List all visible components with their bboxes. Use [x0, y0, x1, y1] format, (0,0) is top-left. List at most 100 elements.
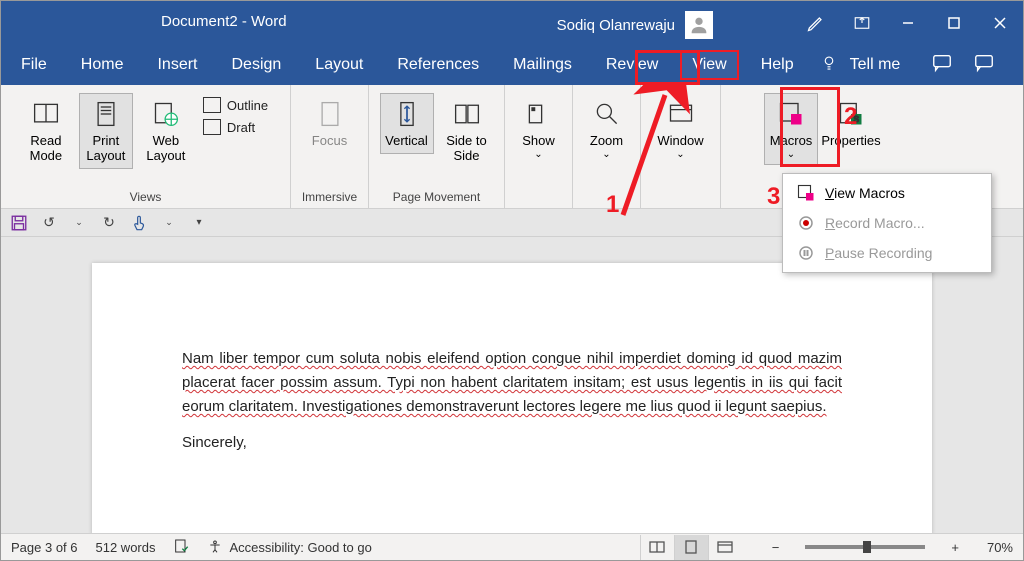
- word-count[interactable]: 512 words: [96, 540, 156, 555]
- share-icon[interactable]: [973, 52, 995, 79]
- side-to-side-icon: [451, 98, 483, 130]
- touch-mode-button[interactable]: [129, 213, 149, 233]
- zoom-button[interactable]: Zoom ⌄: [580, 93, 634, 165]
- web-layout-label: Web Layout: [142, 134, 190, 164]
- lightbulb-icon: [820, 54, 838, 77]
- comments-icon[interactable]: [931, 52, 953, 79]
- close-button[interactable]: [977, 1, 1023, 45]
- vertical-button[interactable]: Vertical: [380, 93, 434, 154]
- window-icon: [665, 98, 697, 130]
- window-button[interactable]: Window ⌄: [654, 93, 708, 165]
- tab-home[interactable]: Home: [69, 50, 136, 80]
- show-button[interactable]: Show ⌄: [512, 93, 566, 165]
- undo-button[interactable]: ↺: [39, 213, 59, 233]
- print-layout-button[interactable]: Print Layout: [79, 93, 133, 169]
- avatar[interactable]: [685, 11, 713, 39]
- save-button[interactable]: [9, 213, 29, 233]
- pause-recording-item: Pause Recording: [783, 238, 991, 268]
- pause-recording-label: ause Recording: [834, 245, 932, 261]
- macros-label: Macros: [770, 134, 813, 149]
- zoom-icon: [591, 98, 623, 130]
- page-indicator[interactable]: Page 3 of 6: [11, 540, 78, 555]
- chevron-down-icon: ⌄: [787, 149, 795, 161]
- macros-list-icon: [797, 184, 815, 202]
- ribbon-display-icon[interactable]: [839, 1, 885, 45]
- record-icon: [797, 214, 815, 232]
- focus-icon: [314, 98, 346, 130]
- macros-dropdown: View Macros Record Macro... Pause Record…: [782, 173, 992, 273]
- side-to-side-button[interactable]: Side to Side: [440, 93, 494, 169]
- properties-label: Properties: [821, 134, 880, 149]
- outline-label: Outline: [227, 98, 268, 113]
- web-layout-icon: [150, 98, 182, 130]
- document-signoff: Sincerely,: [182, 431, 842, 455]
- record-macro-item: Record Macro...: [783, 208, 991, 238]
- vertical-label: Vertical: [385, 134, 428, 149]
- chevron-down-icon: ⌄: [676, 149, 684, 161]
- spellcheck-icon[interactable]: [173, 538, 189, 557]
- read-mode-view-button[interactable]: [640, 535, 674, 560]
- tell-me[interactable]: Tell me: [848, 50, 913, 80]
- chevron-down-icon: ⌄: [534, 149, 542, 161]
- outline-icon: [203, 97, 221, 113]
- show-icon: [523, 98, 555, 130]
- views-group-label: Views: [9, 187, 282, 208]
- touch-chevron[interactable]: ⌄: [159, 213, 179, 233]
- pause-icon: [797, 244, 815, 262]
- side-to-side-label: Side to Side: [443, 134, 491, 164]
- print-layout-label: Print Layout: [82, 134, 130, 164]
- zoom-slider[interactable]: [805, 545, 925, 549]
- zoom-in-button[interactable]: +: [951, 540, 959, 555]
- zoom-label: Zoom: [590, 134, 623, 149]
- web-layout-view-button[interactable]: [708, 535, 742, 560]
- tab-references[interactable]: References: [385, 50, 491, 80]
- outline-button[interactable]: Outline: [199, 95, 272, 115]
- draft-button[interactable]: Draft: [199, 117, 272, 137]
- tab-insert[interactable]: Insert: [145, 50, 209, 80]
- undo-chevron[interactable]: ⌄: [69, 213, 89, 233]
- redo-button[interactable]: ↻: [99, 213, 119, 233]
- focus-label: Focus: [312, 134, 347, 149]
- tab-design[interactable]: Design: [219, 50, 293, 80]
- tab-layout[interactable]: Layout: [303, 50, 375, 80]
- page-movement-group-label: Page Movement: [377, 187, 496, 208]
- vertical-icon: [391, 98, 423, 130]
- svg-text:S: S: [854, 115, 859, 124]
- properties-icon: S: [835, 98, 867, 130]
- qat-customize[interactable]: ▾: [189, 213, 209, 233]
- tab-mailings[interactable]: Mailings: [501, 50, 584, 80]
- user-name: Sodiq Olanrewaju: [557, 17, 675, 34]
- minimize-button[interactable]: [885, 1, 931, 45]
- web-layout-button[interactable]: Web Layout: [139, 93, 193, 169]
- chevron-down-icon: ⌄: [602, 149, 610, 161]
- accessibility-status[interactable]: Accessibility: Good to go: [207, 539, 371, 555]
- document-title: Document2 - Word: [161, 13, 287, 30]
- document-paragraph: Nam liber tempor cum soluta nobis eleife…: [182, 347, 842, 419]
- read-mode-label: Read Mode: [22, 134, 70, 164]
- tab-view[interactable]: View: [680, 50, 738, 80]
- properties-button[interactable]: S Properties: [824, 93, 878, 154]
- show-label: Show: [522, 134, 555, 149]
- macros-button[interactable]: Macros ⌄: [764, 93, 818, 165]
- zoom-out-button[interactable]: −: [772, 540, 780, 555]
- read-mode-button[interactable]: Read Mode: [19, 93, 73, 169]
- focus-button: Focus: [303, 93, 357, 154]
- window-label: Window: [657, 134, 703, 149]
- read-mode-icon: [30, 98, 62, 130]
- print-layout-view-button[interactable]: [674, 535, 708, 560]
- view-macros-item[interactable]: View Macros: [783, 178, 991, 208]
- macros-icon: [775, 98, 807, 130]
- immersive-group-label: Immersive: [299, 187, 360, 208]
- tab-help[interactable]: Help: [749, 50, 806, 80]
- view-macros-label: iew Macros: [834, 185, 905, 201]
- record-macro-label: ecord Macro...: [835, 215, 924, 231]
- draft-label: Draft: [227, 120, 255, 135]
- pen-icon[interactable]: [793, 1, 839, 45]
- tab-review[interactable]: Review: [594, 50, 670, 80]
- draft-icon: [203, 119, 221, 135]
- document-page[interactable]: Nam liber tempor cum soluta nobis eleife…: [92, 263, 932, 535]
- print-layout-icon: [90, 98, 122, 130]
- tab-file[interactable]: File: [9, 50, 59, 80]
- zoom-percentage[interactable]: 70%: [987, 540, 1013, 555]
- maximize-button[interactable]: [931, 1, 977, 45]
